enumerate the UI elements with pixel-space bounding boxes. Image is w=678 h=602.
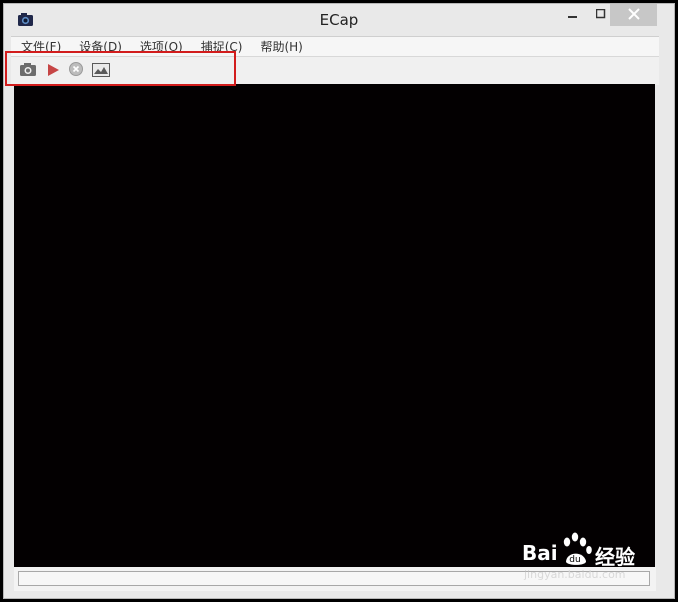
title-bar[interactable]: ECap [4, 4, 674, 36]
close-icon [627, 6, 640, 24]
toolbar-highlight-box [5, 51, 236, 86]
maximize-icon [595, 8, 606, 22]
status-field [18, 571, 650, 586]
video-preview [14, 84, 655, 567]
status-bar [14, 567, 656, 591]
minimize-button[interactable] [559, 4, 587, 26]
close-button[interactable] [610, 4, 657, 26]
menu-help[interactable]: 帮助(H) [249, 38, 309, 55]
minimize-icon [568, 8, 578, 22]
app-window: ECap 文件(F) 设备(D) 选项(O) 捕捉(C) 帮助(H) [3, 3, 675, 599]
